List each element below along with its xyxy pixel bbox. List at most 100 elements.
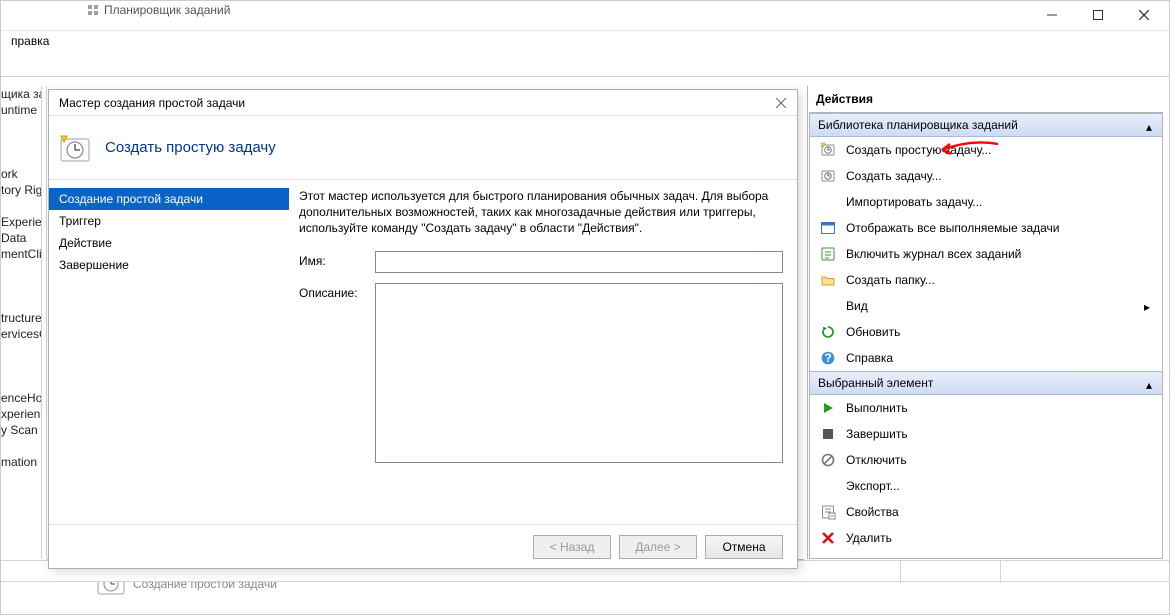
action-label: Отключить bbox=[846, 453, 907, 467]
tree-item[interactable] bbox=[1, 118, 41, 134]
create-basic-task-wizard: Мастер создания простой задачи Создать п… bbox=[48, 89, 798, 569]
log-icon bbox=[820, 246, 836, 262]
tree-item[interactable] bbox=[1, 262, 41, 278]
action-label: Экспорт... bbox=[846, 479, 900, 493]
run-icon bbox=[820, 400, 836, 416]
wizard-step[interactable]: Создание простой задачи bbox=[49, 188, 289, 210]
wizard-close-button[interactable] bbox=[773, 95, 789, 111]
tree-item[interactable] bbox=[1, 374, 41, 390]
action-item[interactable]: Импортировать задачу... bbox=[810, 189, 1162, 215]
action-item[interactable]: Экспорт... bbox=[810, 473, 1162, 499]
actions-section-selected[interactable]: Выбранный элемент ▴ bbox=[810, 371, 1162, 395]
close-icon bbox=[1139, 10, 1149, 20]
wizard-step[interactable]: Действие bbox=[49, 232, 289, 254]
collapse-icon: ▴ bbox=[1146, 120, 1152, 134]
wizard-titlebar[interactable]: Мастер создания простой задачи bbox=[49, 90, 797, 116]
tree-item[interactable] bbox=[1, 198, 41, 214]
action-item[interactable]: Отображать все выполняемые задачи bbox=[810, 215, 1162, 241]
tree-item[interactable]: Experien bbox=[1, 214, 41, 230]
wizard-step[interactable]: Триггер bbox=[49, 210, 289, 232]
tree-item[interactable]: xperienc bbox=[1, 406, 41, 422]
tree-item[interactable]: mation bbox=[1, 454, 41, 470]
actions-section-selected-label: Выбранный элемент bbox=[818, 376, 933, 390]
action-item[interactable]: Обновить bbox=[810, 319, 1162, 345]
action-item[interactable]: Удалить bbox=[810, 525, 1162, 551]
tree-item[interactable] bbox=[1, 294, 41, 310]
actions-scroll[interactable]: Библиотека планировщика заданий ▴ Создат… bbox=[809, 112, 1163, 559]
cancel-button[interactable]: Отмена bbox=[705, 535, 783, 559]
splitter[interactable] bbox=[41, 86, 42, 559]
action-label: Вид bbox=[846, 299, 868, 313]
back-button[interactable]: < Назад bbox=[533, 535, 611, 559]
disable-icon bbox=[820, 452, 836, 468]
actions-section1-list: Создать простую задачу... Создать задачу.… bbox=[810, 137, 1162, 371]
tree-item[interactable] bbox=[1, 278, 41, 294]
wizard-step[interactable]: Завершение bbox=[49, 254, 289, 276]
toolbar bbox=[1, 53, 1169, 77]
action-item[interactable]: Свойства bbox=[810, 499, 1162, 525]
action-label: Обновить bbox=[846, 325, 900, 339]
tree-item[interactable] bbox=[1, 342, 41, 358]
description-label: Описание: bbox=[299, 283, 375, 300]
action-item[interactable]: Отключить bbox=[810, 447, 1162, 473]
action-item[interactable]: Включить журнал всех заданий bbox=[810, 241, 1162, 267]
actions-section-library-label: Библиотека планировщика заданий bbox=[818, 118, 1018, 132]
collapse-icon: ▴ bbox=[1146, 378, 1152, 392]
minimize-icon bbox=[1047, 10, 1057, 20]
tree-item[interactable]: Data bbox=[1, 230, 41, 246]
action-label: Справка bbox=[846, 351, 893, 365]
actions-title: Действия bbox=[808, 86, 1163, 112]
action-item[interactable]: Создать папку... bbox=[810, 267, 1162, 293]
tree-item[interactable]: mentCli bbox=[1, 246, 41, 262]
action-label: Создать простую задачу... bbox=[846, 143, 991, 157]
tree-item[interactable] bbox=[1, 358, 41, 374]
action-label: Выполнить bbox=[846, 401, 908, 415]
menubar-item-help[interactable]: правка bbox=[3, 31, 57, 51]
new-basic-icon bbox=[820, 142, 836, 158]
name-input[interactable] bbox=[375, 251, 783, 273]
parent-tab[interactable]: Планировщик заданий bbox=[86, 1, 230, 19]
visible-icon bbox=[820, 220, 836, 236]
svg-text:?: ? bbox=[824, 351, 831, 365]
tree-item[interactable] bbox=[1, 150, 41, 166]
menubar: правка bbox=[1, 31, 1169, 53]
description-input[interactable] bbox=[375, 283, 783, 463]
action-item[interactable]: Создать простую задачу... bbox=[810, 137, 1162, 163]
stop-icon bbox=[820, 426, 836, 442]
action-item[interactable]: Вид▸ bbox=[810, 293, 1162, 319]
action-label: Включить журнал всех заданий bbox=[846, 247, 1021, 261]
tree-item[interactable]: ervicesCl bbox=[1, 326, 41, 342]
tree-item[interactable] bbox=[1, 438, 41, 454]
name-label: Имя: bbox=[299, 251, 375, 268]
action-label: Создать папку... bbox=[846, 273, 935, 287]
tree-item[interactable]: untime bbox=[1, 102, 41, 118]
action-item[interactable]: Выполнить bbox=[810, 395, 1162, 421]
tree-item[interactable]: enceHos bbox=[1, 390, 41, 406]
minimize-button[interactable] bbox=[1029, 3, 1075, 27]
refresh-icon bbox=[820, 324, 836, 340]
tree-item[interactable]: tory Righ bbox=[1, 182, 41, 198]
action-label: Отображать все выполняемые задачи bbox=[846, 221, 1060, 235]
parent-tab-label: Планировщик заданий bbox=[104, 3, 230, 17]
next-button[interactable]: Далее > bbox=[619, 535, 697, 559]
tree-item[interactable]: tructure bbox=[1, 310, 41, 326]
action-item[interactable]: ? Справка bbox=[810, 345, 1162, 371]
action-label: Удалить bbox=[846, 531, 892, 545]
parent-titlebar: Планировщик заданий bbox=[1, 1, 1169, 31]
wizard-title-text: Мастер создания простой задачи bbox=[59, 96, 245, 110]
maximize-button[interactable] bbox=[1075, 3, 1121, 27]
new-task-icon bbox=[820, 168, 836, 184]
maximize-icon bbox=[1093, 10, 1103, 20]
left-tree[interactable]: щика заuntime orktory Righ ExperienDatamen… bbox=[1, 86, 41, 556]
action-item[interactable]: Создать задачу... bbox=[810, 163, 1162, 189]
tree-item[interactable]: ork bbox=[1, 166, 41, 182]
tree-item[interactable]: y Scan bbox=[1, 422, 41, 438]
window-controls bbox=[1029, 3, 1167, 27]
actions-section-library[interactable]: Библиотека планировщика заданий ▴ bbox=[810, 113, 1162, 137]
tree-item[interactable] bbox=[1, 134, 41, 150]
action-item[interactable]: Завершить bbox=[810, 421, 1162, 447]
wizard-header-icon bbox=[59, 132, 91, 164]
close-button[interactable] bbox=[1121, 3, 1167, 27]
props-icon bbox=[820, 504, 836, 520]
tree-item[interactable]: щика за bbox=[1, 86, 41, 102]
